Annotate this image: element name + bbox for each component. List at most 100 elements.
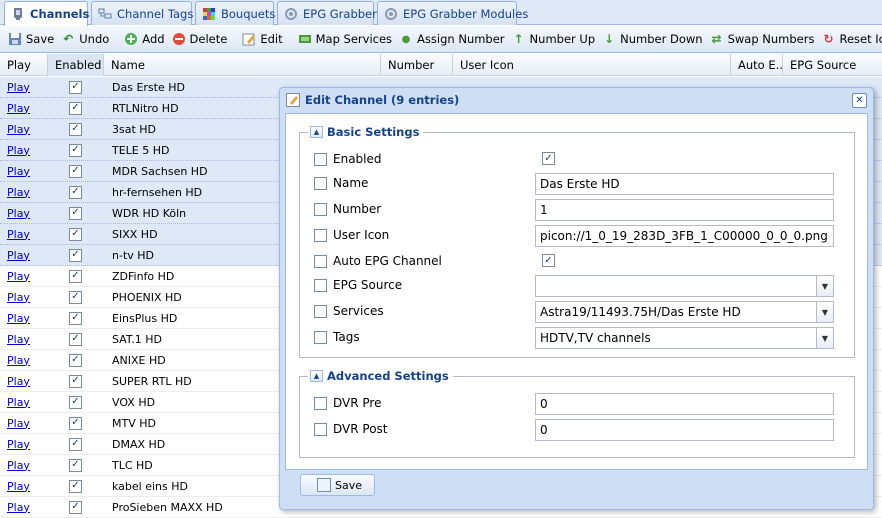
play-link[interactable]: Play [7,102,30,115]
enabled-checkbox[interactable]: ✓ [69,437,82,451]
enabled-checkbox[interactable]: ✓ [69,395,82,409]
enabled-checkbox[interactable]: ✓ [69,185,82,199]
column-header-user-icon[interactable]: User Icon [453,54,731,76]
auto-epg-update-checkbox[interactable] [314,254,327,268]
number-update-checkbox[interactable] [314,202,327,216]
delete-button[interactable]: Delete [168,28,231,50]
collapse-toggle-icon[interactable]: ▲ [310,370,323,382]
play-link[interactable]: Play [7,459,30,472]
toolbar: Save ↶ Undo Add Delete Edit Map Services… [0,26,882,53]
play-link[interactable]: Play [7,144,30,157]
number-down-button[interactable]: ↓ Number Down [598,28,705,50]
play-link[interactable]: Play [7,417,30,430]
dvr-post-row: DVR Post [300,418,388,440]
dvr-post-field[interactable]: 0 [535,419,834,441]
play-link[interactable]: Play [7,501,30,514]
column-header-epg-source[interactable]: EPG Source [783,54,882,76]
play-link[interactable]: Play [7,81,30,94]
play-link[interactable]: Play [7,165,30,178]
play-link[interactable]: Play [7,354,30,367]
chevron-down-icon[interactable]: ▼ [816,302,833,322]
chevron-down-icon[interactable]: ▼ [816,276,833,296]
number-field[interactable]: 1 [535,199,834,221]
enabled-checkbox[interactable]: ✓ [69,500,82,514]
enabled-update-checkbox[interactable] [314,152,327,166]
play-link[interactable]: Play [7,249,30,262]
reset-icon-button[interactable]: ↻ Reset Icon [817,28,882,50]
play-link[interactable]: Play [7,375,30,388]
play-link[interactable]: Play [7,291,30,304]
enabled-checkbox[interactable]: ✓ [69,206,82,220]
dvr-pre-update-checkbox[interactable] [314,396,327,410]
add-button[interactable]: Add [120,28,167,50]
play-link[interactable]: Play [7,480,30,493]
enabled-checkbox[interactable]: ✓ [69,374,82,388]
enabled-value-checkbox[interactable]: ✓ [542,152,555,165]
tags-update-checkbox[interactable] [314,330,327,344]
tab-channel-tags[interactable]: Channel Tags [91,1,193,25]
enabled-checkbox[interactable]: ✓ [69,80,82,94]
play-cell: Play [0,308,48,328]
enabled-checkbox[interactable]: ✓ [69,332,82,346]
user-icon-update-checkbox[interactable] [314,228,327,242]
enabled-checkbox[interactable]: ✓ [69,227,82,241]
enabled-checkbox[interactable]: ✓ [69,416,82,430]
dvr-pre-field[interactable]: 0 [535,393,834,415]
enabled-checkbox[interactable]: ✓ [69,122,82,136]
chevron-down-icon[interactable]: ▼ [816,328,833,348]
services-update-checkbox[interactable] [314,304,327,318]
tags-select[interactable]: HDTV,TV channels ▼ [535,327,834,349]
name-field[interactable]: Das Erste HD [535,173,834,195]
play-link[interactable]: Play [7,333,30,346]
dvr-post-update-checkbox[interactable] [314,422,327,436]
play-link[interactable]: Play [7,123,30,136]
enabled-checkbox[interactable]: ✓ [69,248,82,262]
map-services-button[interactable]: Map Services [294,28,395,50]
enabled-checkbox[interactable]: ✓ [69,353,82,367]
enabled-cell: ✓ [48,161,104,181]
enabled-label: Enabled [333,152,382,166]
play-link[interactable]: Play [7,228,30,241]
enabled-checkbox[interactable]: ✓ [69,164,82,178]
save-button[interactable]: Save [4,28,57,50]
play-link[interactable]: Play [7,186,30,199]
tab-epg-grabber-modules[interactable]: EPG Grabber Modules [377,1,528,25]
epg-source-select[interactable]: ▼ [535,275,834,297]
tab-bouquets[interactable]: Bouquets [195,1,275,25]
edit-button[interactable]: Edit [238,28,285,50]
number-up-button[interactable]: ↑ Number Up [508,28,599,50]
assign-number-button[interactable]: ● Assign Number [395,28,508,50]
dialog-title-bar[interactable]: Edit Channel (9 entries) [280,88,873,112]
enabled-checkbox[interactable]: ✓ [69,311,82,325]
play-link[interactable]: Play [7,312,30,325]
dialog-save-button[interactable]: Save [300,474,375,496]
tab-epg-grabber[interactable]: EPG Grabber [277,1,377,25]
tab-channels[interactable]: Channels [4,1,89,26]
name-update-checkbox[interactable] [314,176,327,190]
column-header-auto-epg[interactable]: Auto E... [731,54,783,76]
play-cell: Play [0,98,48,118]
play-link[interactable]: Play [7,396,30,409]
column-header-enabled[interactable]: Enabled ▼ [48,54,104,76]
enabled-checkbox[interactable]: ✓ [69,143,82,157]
enabled-checkbox[interactable]: ✓ [69,458,82,472]
play-link[interactable]: Play [7,438,30,451]
play-link[interactable]: Play [7,270,30,283]
enabled-cell: ✓ [48,287,104,307]
auto-epg-value-checkbox[interactable]: ✓ [542,254,555,267]
enabled-checkbox[interactable]: ✓ [69,269,82,283]
enabled-checkbox[interactable]: ✓ [69,479,82,493]
column-header-name[interactable]: Name [104,54,381,76]
play-link[interactable]: Play [7,207,30,220]
close-button[interactable]: ✕ [852,93,867,108]
user-icon-field[interactable]: picon://1_0_19_283D_3FB_1_C00000_0_0_0.p… [535,225,834,247]
column-header-number[interactable]: Number [381,54,453,76]
swap-numbers-button[interactable]: ⇄ Swap Numbers [706,28,818,50]
enabled-checkbox[interactable]: ✓ [69,290,82,304]
undo-button[interactable]: ↶ Undo [57,28,112,50]
services-select[interactable]: Astra19/11493.75H/Das Erste HD ▼ [535,301,834,323]
enabled-checkbox[interactable]: ✓ [69,101,82,115]
collapse-toggle-icon[interactable]: ▲ [310,126,323,138]
column-header-play[interactable]: Play [0,54,48,76]
epg-source-update-checkbox[interactable] [314,278,327,292]
